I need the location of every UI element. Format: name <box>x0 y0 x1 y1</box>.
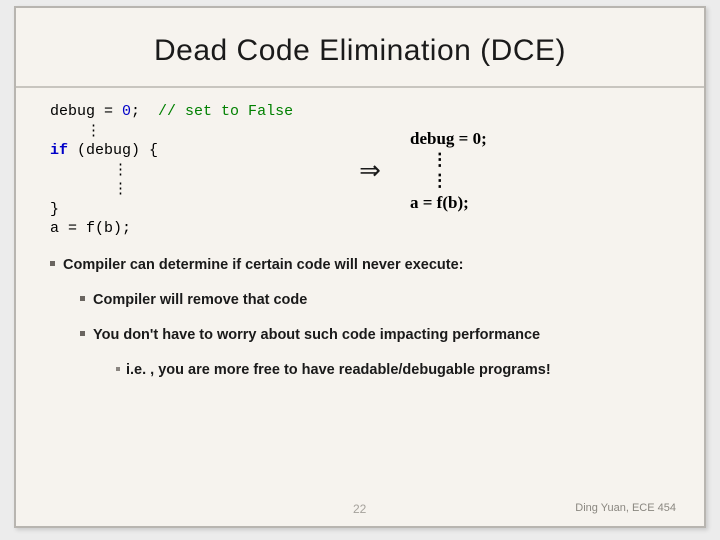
code-text: ; <box>131 103 158 120</box>
bullet-icon <box>50 261 55 266</box>
code-text: (debug) { <box>68 142 158 159</box>
code-text: a = f(b); <box>50 220 131 237</box>
code-comment: // set to False <box>158 103 293 120</box>
code-text: ⋮ <box>50 123 101 140</box>
bullet-level1: Compiler can determine if certain code w… <box>50 255 670 276</box>
code-text: debug = 0; <box>410 129 487 148</box>
code-text: ⋮ <box>50 162 128 179</box>
bullet-icon <box>116 367 120 371</box>
slide-content: debug = 0; // set to False ⋮ if (debug) … <box>16 88 704 381</box>
bullet-text: i.e. , you are more free to have readabl… <box>126 362 551 378</box>
transform-arrow-icon: ⇒ <box>350 155 390 186</box>
page-number: 22 <box>144 502 575 516</box>
code-keyword: if <box>50 142 68 159</box>
bullet-level3: i.e. , you are more free to have readabl… <box>116 360 670 381</box>
code-after: debug = 0; ⋮ ⋮ a = f(b); <box>410 128 487 213</box>
bullet-level2: Compiler will remove that code <box>80 290 670 311</box>
bullet-icon <box>80 296 85 301</box>
bullet-level2: You don't have to worry about such code … <box>80 325 670 346</box>
slide-frame: Dead Code Elimination (DCE) debug = 0; /… <box>14 6 706 528</box>
slide-footer: 22 Ding Yuan, ECE 454 <box>16 502 704 516</box>
code-text: ⋮ <box>50 181 128 198</box>
code-text: ⋮ <box>410 150 448 169</box>
bullet-text: Compiler will remove that code <box>93 292 307 308</box>
attribution: Ding Yuan, ECE 454 <box>575 502 676 516</box>
slide-title: Dead Code Elimination (DCE) <box>16 8 704 86</box>
bullet-text: You don't have to worry about such code … <box>93 327 540 343</box>
bullet-icon <box>80 331 85 336</box>
code-comparison: debug = 0; // set to False ⋮ if (debug) … <box>50 102 670 239</box>
code-text: ⋮ <box>410 171 448 190</box>
bullet-text: Compiler can determine if certain code w… <box>63 257 464 273</box>
code-text: debug = <box>50 103 122 120</box>
code-text: a = f(b); <box>410 193 469 212</box>
code-before: debug = 0; // set to False ⋮ if (debug) … <box>50 102 330 239</box>
code-literal: 0 <box>122 103 131 120</box>
bullet-list: Compiler can determine if certain code w… <box>50 255 670 381</box>
code-text: } <box>50 201 59 218</box>
